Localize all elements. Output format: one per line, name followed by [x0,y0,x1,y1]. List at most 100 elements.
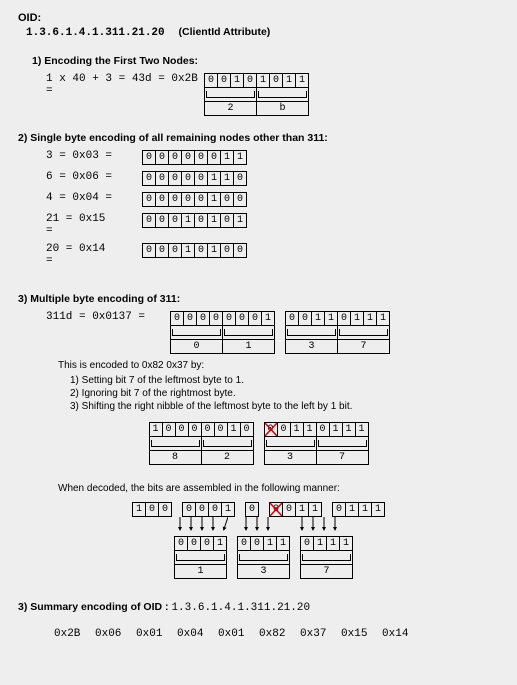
s3a-intro: This is encoded to 0x82 0x37 by: [58,360,499,371]
bit-cell: 1 [377,312,390,326]
bit-cell: 1 [182,244,195,258]
bit-cell: 0 [221,244,234,258]
s2-row: 4 = 0x04 =00000100 [46,192,499,207]
bit-cell: 0 [143,214,156,228]
s3a-decode-intro: When decoded, the bits are assembled in … [58,483,499,494]
s2-row: 20 = 0x14 =00010100 [46,243,499,267]
bit-cell: 0 [221,214,234,228]
bit-cell: 0 [162,423,175,437]
bit-cell: 1 [364,312,377,326]
bit-cell: 1 [329,423,342,437]
bit-cell: 1 [262,312,275,326]
bit-cell: 1 [359,503,372,517]
arrows-icon [240,517,284,533]
bit-cell: 1 [296,74,309,88]
section-2-heading: 2) Single byte encoding of all remaining… [18,132,499,144]
bit-cell: 1 [325,312,338,326]
bit-cell: 0 [195,214,208,228]
bit-cell: 1 [231,74,244,88]
bit-cell: 0 [316,423,329,437]
bit-cell: 0 [201,537,214,551]
bit-cell: 0 [143,193,156,207]
bit-cell: 0 [234,193,247,207]
section-4-heading: 3) Summary encoding of OID : 1.3.6.1.4.1… [18,601,499,614]
bit-cell: 1 [309,503,322,517]
bit-cell: 0 [195,172,208,186]
bit-cell: 0 [169,244,182,258]
bit-cell: 1 [290,423,303,437]
bit-cell: 0 [333,503,346,517]
bit-cell: 1 [214,537,227,551]
bit-cell: 0 [214,423,227,437]
bit-cell: 0 [143,151,156,165]
s2-row: 21 = 0x15 =00010101 [46,213,499,237]
bit-cell: 0 [184,312,197,326]
s2-bits: 00010100 [142,243,247,258]
bit-cell: 0 [208,151,221,165]
s2-bits: 00000100 [142,192,247,207]
s2-bits: 00000110 [142,171,247,186]
bit-cell: 0 [196,503,209,517]
bit-cell: 0 [221,193,234,207]
s3a-decode-diagram: 1000001000110111 [18,502,499,579]
bit-cell: 0 [175,423,188,437]
bit-cell: 0 [143,172,156,186]
s2-row: 3 = 0x03 =00000011 [46,150,499,165]
bit-cell: 1 [234,214,247,228]
bit-cell: 0 [182,172,195,186]
bit-cell: 1 [208,193,221,207]
bit-cell: 0 [195,244,208,258]
bit-cell: 1 [327,537,340,551]
bit-cell: 0 [234,172,247,186]
bit-cell: 0 [188,537,201,551]
bit-cell: 1 [277,537,290,551]
bit-cell: 1 [221,172,234,186]
bit-cell: 1 [340,537,353,551]
bit-cell: 1 [221,151,234,165]
bit-cell: 0 [209,503,222,517]
arrows-icon [174,517,228,533]
bit-cell: 1 [222,503,235,517]
bit-cell: 0 [223,312,236,326]
bit-cell: 1 [342,423,355,437]
s1-expr: 1 x 40 + 3 = 43d = 0x2B = [46,73,204,97]
s2-lhs: 6 = 0x06 = [46,171,142,183]
bit-cell: 1 [133,503,146,517]
bit-cell: 0 [210,312,223,326]
s2-lhs: 21 = 0x15 = [46,213,142,237]
bit-cell: 1 [351,312,364,326]
section-3a-heading: 3) Multiple byte encoding of 311: [18,293,499,305]
bit-cell: 0 [240,423,253,437]
bit-cell: 0 [234,244,247,258]
bit-cell: 0 [195,193,208,207]
bit-cell: 0 [169,214,182,228]
bit-cell: 0 [205,74,218,88]
s3a-step1: 1) Setting bit 7 of the leftmost byte to… [70,375,499,386]
oid-value: 1.3.6.1.4.1.311.21.20 [26,27,165,39]
bit-cell: 0 [201,423,214,437]
bit-cell: 0 [156,151,169,165]
bit-cell: 0 [338,312,351,326]
bit-cell: 0 [169,193,182,207]
page-title: OID: [18,12,499,24]
arrows-icon [296,517,340,533]
bit-cell: 0 [251,537,264,551]
s2-bits: 00010101 [142,213,247,228]
oid-line: 1.3.6.1.4.1.311.21.20 (ClientId Attribut… [26,26,499,39]
bit-cell: 0 [156,244,169,258]
bit-cell: 0 [299,312,312,326]
bit-cell: 0 [286,312,299,326]
bit-cell: 1 [227,423,240,437]
bit-cell: 1 [314,537,327,551]
bit-cell: 1 [296,503,309,517]
bit-cell: 1 [182,214,195,228]
crossed-bit-cell: 0 [264,423,277,437]
bit-cell: 1 [283,74,296,88]
bit-cell: 0 [277,423,290,437]
bit-cell: 0 [188,423,201,437]
s2-bits: 00000011 [142,150,247,165]
bit-cell: 0 [182,193,195,207]
s3a-step3: 3) Shifting the right nibble of the left… [70,401,499,412]
bit-cell: 0 [159,503,172,517]
bit-cell: 0 [283,503,296,517]
